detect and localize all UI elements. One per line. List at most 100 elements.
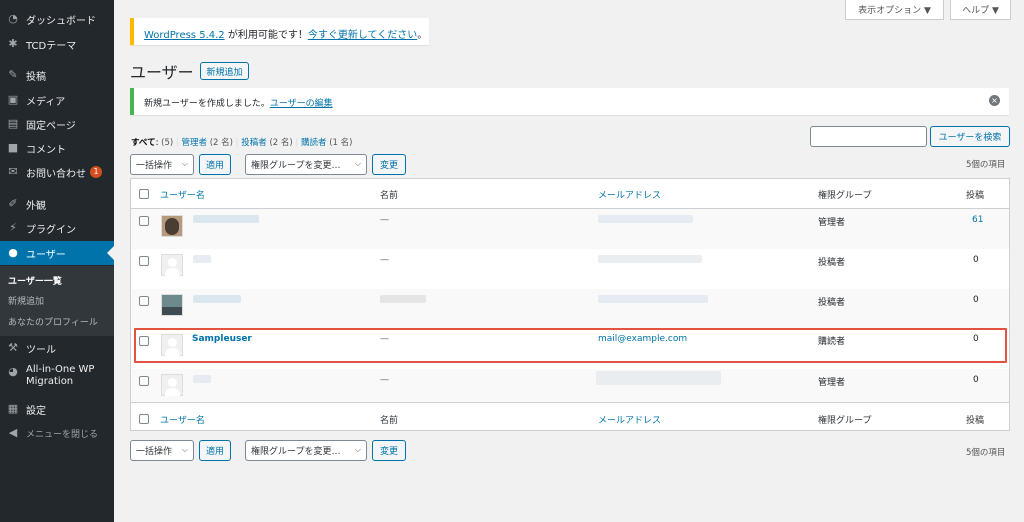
avatar (161, 374, 183, 396)
menu-plugins[interactable]: ⚡ プラグイン (0, 216, 114, 240)
email-redacted[interactable] (598, 215, 693, 223)
menu-label: ユーザー (26, 249, 66, 261)
email-redacted[interactable] (596, 371, 721, 385)
column-email-footer[interactable]: メールアドレス (598, 413, 661, 426)
apply-button-bottom[interactable]: 適用 (199, 440, 231, 461)
menu-dashboard[interactable]: ◔ ダッシュボード (0, 7, 114, 31)
menu-label: 外観 (26, 200, 46, 212)
admin-sidebar: ◔ ダッシュボード ✱ TCDテーマ ✎ 投稿 ▣ メディア ▤ 固定ページ ■ コメント … (0, 0, 114, 522)
submenu-all-users[interactable]: ユーザー一覧 (8, 274, 62, 287)
row-checkbox[interactable] (139, 216, 149, 226)
select-all-checkbox[interactable] (139, 189, 149, 199)
comment-icon: ■ (7, 141, 19, 154)
row-checkbox[interactable] (139, 256, 149, 266)
notice-text: 新規ユーザーを作成しました。 (144, 99, 270, 109)
menu-collapse[interactable]: ◀ メニューを閉じる (0, 421, 114, 445)
select-value: 権限グループを変更… (251, 447, 341, 457)
user-icon: ● (8, 246, 18, 259)
page-icon: ▤ (7, 117, 19, 130)
username-redacted[interactable] (193, 375, 211, 383)
column-posts-footer: 投稿 (966, 416, 985, 426)
role-change-select-bottom[interactable]: 権限グループを変更… ⌵ (245, 440, 367, 461)
filter-all[interactable]: すべて (131, 138, 156, 148)
pin-icon: ✎ (8, 68, 18, 81)
role-filter-links: すべて: (5) | 管理者 (2 名) | 投稿者 (2 名) | 購読者 (… (131, 138, 353, 148)
page-title: ユーザー (130, 63, 194, 82)
menu-comments[interactable]: ■ コメント (0, 136, 114, 160)
menu-all-in-one-migration[interactable]: ◕ All-in-One WP Migration (0, 364, 114, 394)
search-users-button[interactable]: ユーザーを検索 (930, 126, 1010, 147)
change-button-top[interactable]: 変更 (372, 154, 406, 175)
dismiss-icon[interactable]: × (989, 95, 1000, 106)
username-redacted[interactable] (193, 215, 259, 223)
table-row: — 投稿者 0 (131, 249, 1009, 289)
menu-media[interactable]: ▣ メディア (0, 88, 114, 112)
select-all-checkbox-footer[interactable] (139, 414, 149, 424)
help-button[interactable]: ヘルプ ▼ (950, 0, 1011, 20)
update-notice: WordPress 5.4.2 が利用可能です！今すぐ更新してください。 (130, 18, 429, 45)
change-button-bottom[interactable]: 変更 (372, 440, 406, 461)
add-new-button[interactable]: 新規追加 (200, 62, 249, 80)
avatar (161, 294, 183, 316)
column-email[interactable]: メールアドレス (598, 188, 661, 201)
filter-author[interactable]: 投稿者 (241, 138, 267, 148)
username-redacted[interactable] (193, 295, 241, 303)
column-username-footer[interactable]: ユーザー名 (160, 413, 205, 426)
column-name: 名前 (380, 191, 399, 201)
edit-user-link[interactable]: ユーザーの編集 (270, 99, 333, 109)
highlight-box (134, 328, 1007, 363)
table-header: ユーザー名 名前 メールアドレス 権限グループ 投稿 (131, 179, 1009, 209)
column-role: 権限グループ (818, 191, 872, 201)
column-name-footer: 名前 (380, 416, 399, 426)
posts-count: 0 (973, 295, 979, 305)
row-checkbox[interactable] (139, 376, 149, 386)
menu-appearance[interactable]: ✐ 外観 (0, 192, 114, 216)
bulk-action-select-bottom[interactable]: 一括操作 ⌵ (130, 440, 194, 461)
name-cell: — (380, 255, 389, 265)
menu-label: 固定ページ (26, 120, 76, 132)
posts-count-link[interactable]: 61 (972, 215, 983, 225)
menu-contact[interactable]: ✉ お問い合わせ 1 (0, 160, 114, 184)
row-checkbox[interactable] (139, 296, 149, 306)
table-row: — 管理者 61 (131, 209, 1009, 249)
select-value: 権限グループを変更… (251, 161, 341, 171)
filter-all-count: (5) (161, 138, 174, 148)
notice-text: が利用可能です！ (224, 30, 308, 41)
menu-pages[interactable]: ▤ 固定ページ (0, 112, 114, 136)
menu-label: 設定 (26, 405, 46, 417)
menu-tcd-theme[interactable]: ✱ TCDテーマ (0, 32, 114, 56)
email-redacted[interactable] (598, 255, 702, 263)
column-username[interactable]: ユーザー名 (160, 188, 205, 201)
filter-subscriber[interactable]: 購読者 (301, 138, 327, 148)
menu-label: TCDテーマ (26, 40, 77, 52)
submenu-add-new[interactable]: 新規追加 (8, 294, 44, 307)
gear-icon: ✱ (8, 37, 18, 50)
menu-label: 投稿 (26, 71, 46, 83)
menu-label: ツール (26, 344, 56, 356)
menu-posts[interactable]: ✎ 投稿 (0, 63, 114, 87)
email-redacted[interactable] (598, 295, 708, 303)
avatar (161, 254, 183, 276)
apply-button-top[interactable]: 適用 (199, 154, 231, 175)
role-cell: 投稿者 (818, 298, 846, 308)
column-posts: 投稿 (966, 191, 985, 201)
bulk-action-select-top[interactable]: 一括操作 ⌵ (130, 154, 194, 175)
username-redacted[interactable] (193, 255, 211, 263)
screen-options-button[interactable]: 表示オプション ▼ (845, 0, 944, 20)
plugin-icon: ⚡ (9, 221, 17, 234)
user-search-input[interactable] (810, 126, 927, 147)
menu-label: ダッシュボード (26, 15, 96, 27)
update-now-link[interactable]: 今すぐ更新してください (308, 30, 417, 41)
role-cell: 管理者 (818, 378, 846, 388)
menu-users[interactable]: ● ユーザー (0, 241, 114, 265)
role-change-select-top[interactable]: 権限グループを変更… ⌵ (245, 154, 367, 175)
select-value: 一括操作 (136, 161, 173, 171)
wordpress-version-link[interactable]: WordPress 5.4.2 (144, 30, 225, 41)
role-cell: 投稿者 (818, 258, 846, 268)
menu-settings[interactable]: ▦ 設定 (0, 397, 114, 421)
filter-admin[interactable]: 管理者 (181, 138, 207, 148)
media-icon: ▣ (7, 93, 19, 106)
submenu-profile[interactable]: あなたのプロフィール (8, 315, 98, 328)
menu-tools[interactable]: ⚒ ツール (0, 336, 114, 360)
select-value: 一括操作 (136, 447, 173, 457)
